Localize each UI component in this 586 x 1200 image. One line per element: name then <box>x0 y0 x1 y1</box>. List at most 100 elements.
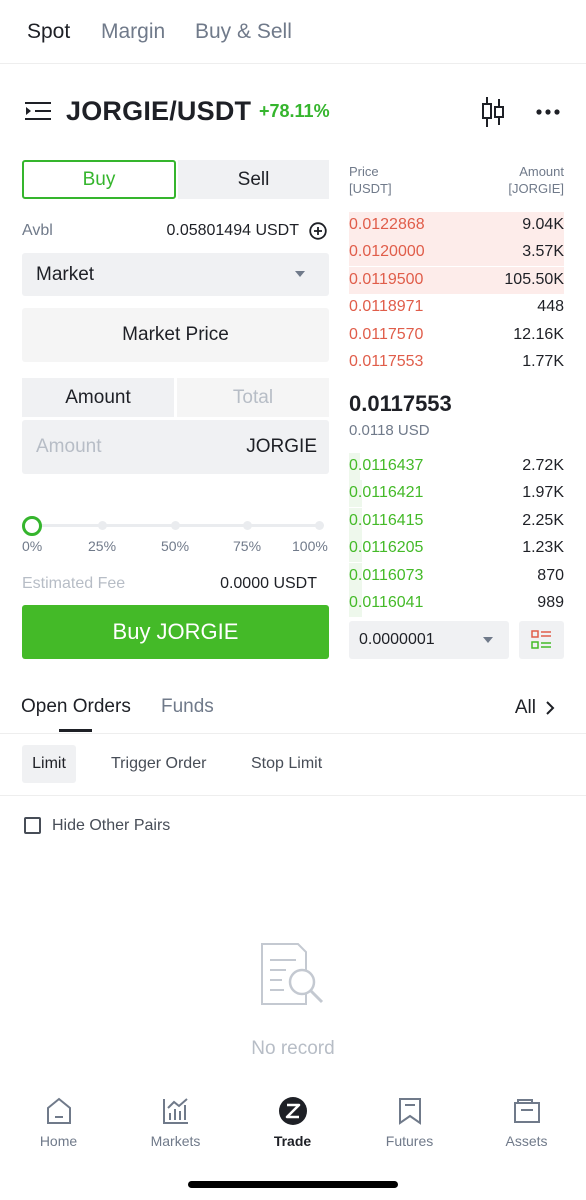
tab-margin[interactable]: Margin <box>101 20 165 44</box>
pair-menu-icon[interactable] <box>24 100 52 122</box>
chevron-right-icon[interactable] <box>542 700 558 716</box>
last-price[interactable]: 0.0117553 <box>349 391 452 417</box>
active-tab-indicator <box>59 729 92 732</box>
precision-select[interactable]: 0.0000001 <box>349 621 509 659</box>
tab-open-orders[interactable]: Open Orders <box>21 696 131 718</box>
ask-price: 0.0122868 <box>349 216 425 233</box>
ask-row[interactable]: 0.0120000 3.57K <box>349 239 564 267</box>
nav-home[interactable]: Home <box>0 1096 117 1149</box>
orders-tabs: Open Orders Funds All <box>0 686 586 734</box>
pair-name[interactable]: JORGIE/USDT <box>66 96 251 127</box>
ask-row[interactable]: 0.0122868 9.04K <box>349 212 564 239</box>
orderbook-price-header: Price [USDT] <box>349 163 392 197</box>
ask-amount: 105.50K <box>504 270 564 288</box>
pair-change: +78.11% <box>259 101 330 121</box>
amount-placeholder: Amount <box>36 436 102 457</box>
slider-thumb[interactable] <box>22 516 42 536</box>
slider-step-75[interactable] <box>243 521 252 530</box>
slider-step-25[interactable] <box>98 521 107 530</box>
no-record-icon <box>261 943 324 1005</box>
tab-funds[interactable]: Funds <box>161 696 214 718</box>
bid-price: 0.0116415 <box>349 511 424 529</box>
markets-icon <box>162 1098 188 1124</box>
buy-tab[interactable]: Buy <box>22 160 176 199</box>
bid-amount: 2.72K <box>522 457 564 474</box>
slider-labels: 0% 25% 50% 75% 100% <box>22 538 329 556</box>
more-options-icon[interactable] <box>535 108 561 116</box>
precision-value: 0.0000001 <box>359 631 435 648</box>
bid-row[interactable]: 0.0116205 1.23K <box>349 535 564 563</box>
bid-row[interactable]: 0.0116415 2.25K <box>349 507 564 535</box>
ask-price: 0.0120000 <box>349 243 425 261</box>
futures-icon <box>398 1098 421 1125</box>
order-type-select[interactable]: Market <box>22 253 329 296</box>
slider-label: 25% <box>88 538 117 554</box>
order-type-value: Market <box>36 264 95 285</box>
estimated-fee-label: Estimated Fee <box>22 575 126 592</box>
bid-row[interactable]: 0.0116073 870 <box>349 562 564 590</box>
last-price-usd: 0.0118 USD <box>349 422 430 439</box>
hide-pairs-checkbox[interactable] <box>24 817 41 834</box>
hide-pairs-label: Hide Other Pairs <box>52 817 171 834</box>
orderbook-amount-header: Amount [JORGIE] <box>508 163 564 197</box>
sell-tab[interactable]: Sell <box>178 160 329 199</box>
trade-icon <box>278 1097 307 1125</box>
all-orders-link[interactable]: All <box>515 697 536 719</box>
nav-markets[interactable]: Markets <box>117 1096 234 1149</box>
amount-slider[interactable] <box>22 514 329 538</box>
nav-label: Home <box>39 1133 78 1149</box>
buy-button[interactable]: Buy JORGIE <box>22 605 329 659</box>
ask-amount: 12.16K <box>513 325 564 343</box>
bid-price: 0.0116421 <box>349 484 424 502</box>
orderbook-layout-button[interactable] <box>519 621 564 659</box>
tab-buy-sell[interactable]: Buy & Sell <box>195 20 292 44</box>
bid-row[interactable]: 0.0116421 1.97K <box>349 480 564 508</box>
ask-row[interactable]: 0.0117553 1.77K <box>349 349 564 376</box>
caret-down-icon <box>483 637 493 643</box>
ask-price: 0.0118971 <box>349 298 424 316</box>
ask-amount: 3.57K <box>522 243 564 261</box>
bid-price: 0.0116205 <box>349 539 424 557</box>
ask-amount: 448 <box>537 298 564 316</box>
bid-row[interactable]: 0.0116437 2.72K <box>349 453 564 480</box>
subtab-stop-limit[interactable]: Stop Limit <box>251 755 322 773</box>
tab-spot[interactable]: Spot <box>27 20 70 44</box>
subtab-limit[interactable]: Limit <box>22 745 76 783</box>
amount-header-label: Amount <box>519 164 564 179</box>
slider-label: 50% <box>161 538 190 554</box>
slider-step-100[interactable] <box>315 521 324 530</box>
bid-price: 0.0116041 <box>349 594 424 611</box>
nav-assets[interactable]: Assets <box>468 1096 585 1149</box>
ask-row[interactable]: 0.0119500 105.50K <box>349 266 564 294</box>
bid-price: 0.0116437 <box>349 457 424 474</box>
amount-header-unit: [JORGIE] <box>508 181 564 196</box>
total-toggle[interactable]: Total <box>177 378 329 417</box>
estimated-fee-value: 0.0000 USDT <box>220 575 317 592</box>
bid-amount: 989 <box>537 594 564 611</box>
pair-header: JORGIE/USDT +78.11% <box>0 90 586 134</box>
bid-amount: 870 <box>537 566 564 584</box>
subtab-trigger-order[interactable]: Trigger Order <box>111 755 206 773</box>
ask-price: 0.0117553 <box>349 353 424 370</box>
bid-amount: 1.97K <box>522 484 564 502</box>
ask-price: 0.0117570 <box>349 325 424 343</box>
bid-amount: 1.23K <box>522 539 564 557</box>
no-record-text: No record <box>251 1038 335 1059</box>
amount-toggle[interactable]: Amount <box>22 378 174 417</box>
ask-amount: 9.04K <box>522 216 564 233</box>
ask-row[interactable]: 0.0117570 12.16K <box>349 322 564 349</box>
ask-price: 0.0119500 <box>349 270 424 288</box>
nav-trade[interactable]: Trade <box>234 1096 351 1149</box>
amount-input[interactable]: Amount JORGIE <box>22 420 329 474</box>
candlestick-chart-icon[interactable] <box>480 96 506 128</box>
nav-futures[interactable]: Futures <box>351 1096 468 1149</box>
available-balance: 0.05801494 USDT <box>166 222 299 239</box>
market-price-field: Market Price <box>22 308 329 362</box>
slider-step-50[interactable] <box>171 521 180 530</box>
orderbook-layout-icon <box>531 630 551 649</box>
ask-row[interactable]: 0.0118971 448 <box>349 294 564 321</box>
add-funds-icon[interactable] <box>309 222 327 240</box>
bid-row[interactable]: 0.0116041 989 <box>349 590 564 617</box>
price-header-label: Price <box>349 164 379 179</box>
bid-price: 0.0116073 <box>349 566 424 584</box>
